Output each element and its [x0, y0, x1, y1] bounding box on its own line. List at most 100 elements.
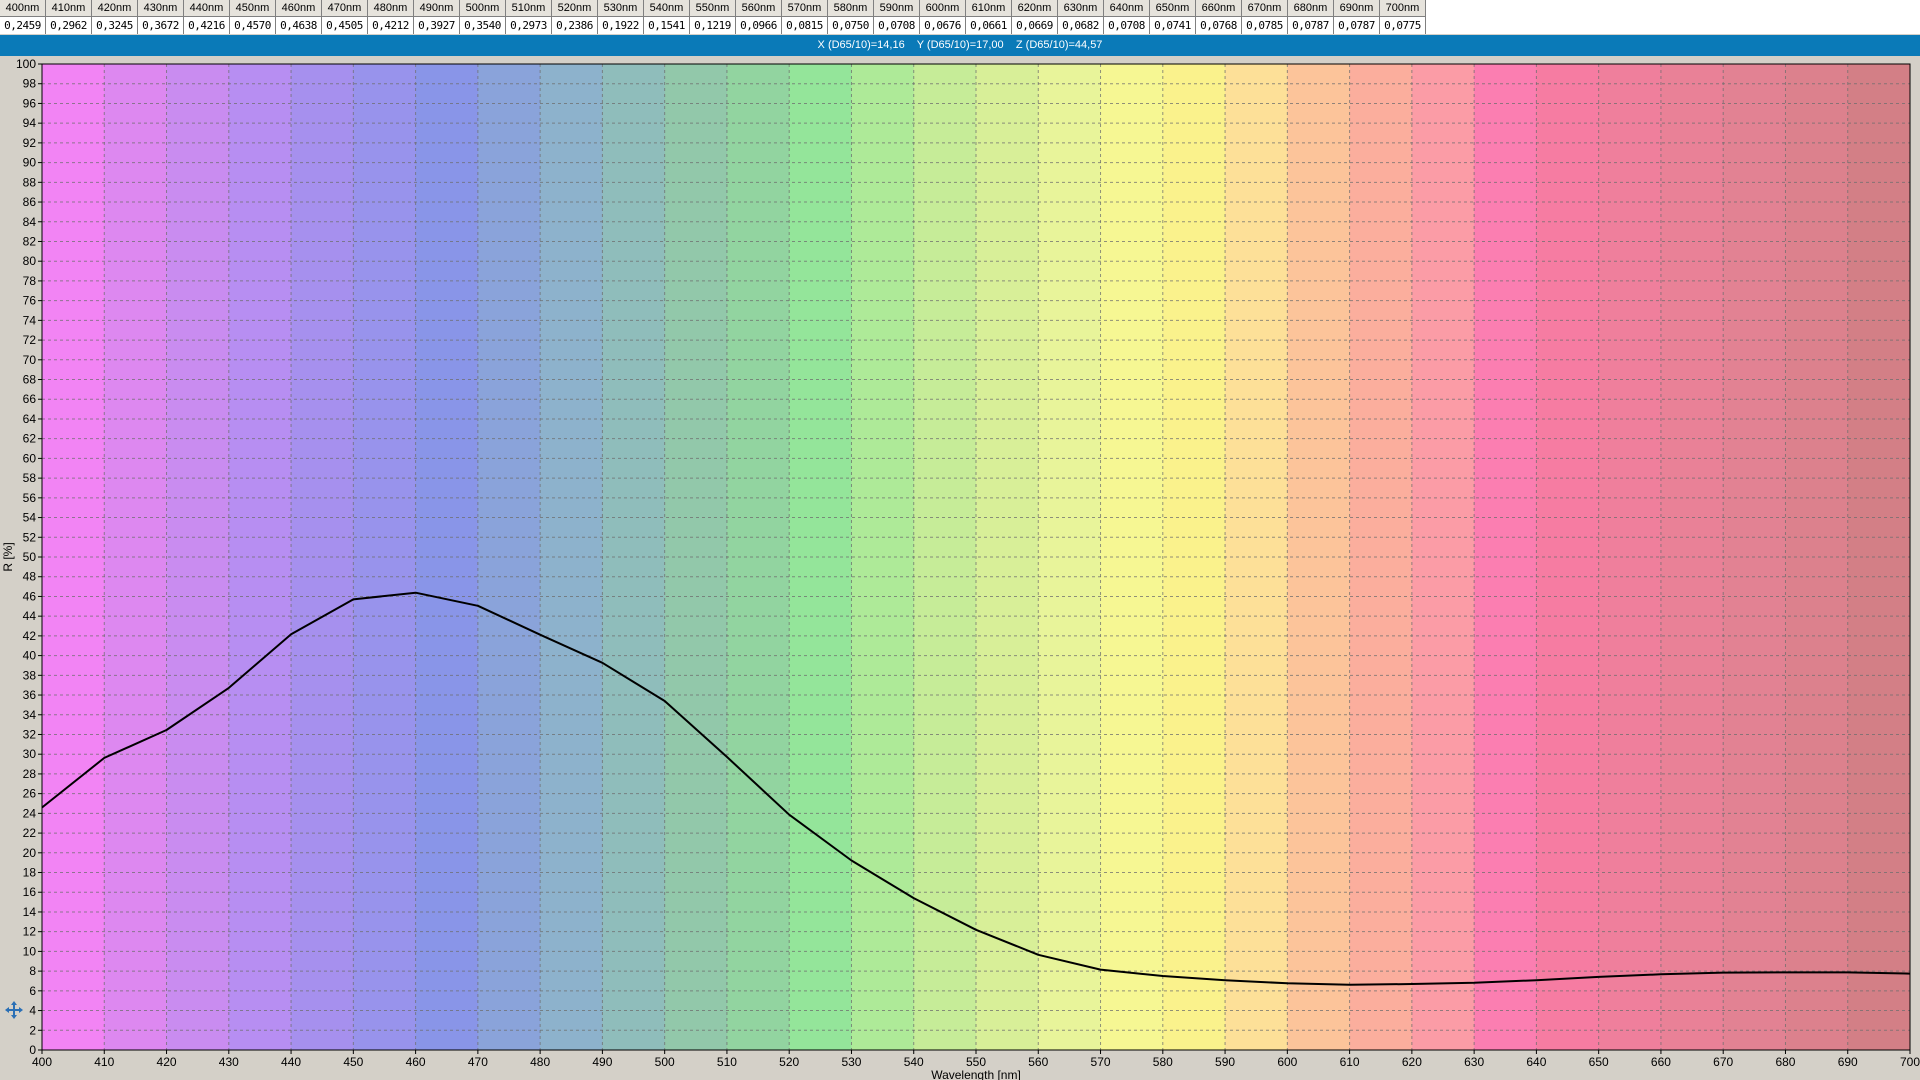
column-value: 0,1219 [694, 19, 731, 32]
table-column: 650nm 0,0741 [1150, 0, 1196, 34]
x-tick-label: 470 [468, 1055, 488, 1069]
column-value: 0,2459 [4, 19, 41, 32]
y-value: Y (D65/10)=17,00 [916, 39, 1004, 51]
column-header: 570nm [782, 0, 827, 17]
table-column: 610nm 0,0661 [966, 0, 1012, 34]
table-column: 690nm 0,0787 [1334, 0, 1380, 34]
table-column: 630nm 0,0682 [1058, 0, 1104, 34]
x-tick-label: 680 [1775, 1055, 1795, 1069]
y-tick-label: 44 [23, 609, 37, 623]
table-column: 680nm 0,0787 [1288, 0, 1334, 34]
y-tick-label: 90 [23, 156, 37, 170]
y-tick-label: 88 [23, 175, 37, 189]
column-header: 530nm [598, 0, 643, 17]
table-column: 670nm 0,0785 [1242, 0, 1288, 34]
y-tick-label: 30 [23, 747, 37, 761]
column-value: 0,4212 [372, 19, 409, 32]
column-value: 0,4638 [280, 19, 317, 32]
column-value: 0,1922 [602, 19, 639, 32]
column-header: 430nm [138, 0, 183, 17]
table-column: 500nm 0,3540 [460, 0, 506, 34]
x-tick-label: 480 [530, 1055, 550, 1069]
y-tick-label: 12 [23, 925, 37, 939]
column-header: 660nm [1196, 0, 1241, 17]
x-tick-label: 490 [592, 1055, 612, 1069]
reflectance-chart: 0246810121416182022242628303234363840424… [1, 57, 1920, 1080]
column-value: 0,0661 [970, 19, 1007, 32]
y-tick-label: 42 [23, 629, 37, 643]
table-column: 590nm 0,0708 [874, 0, 920, 34]
column-value: 0,4505 [326, 19, 363, 32]
column-header: 540nm [644, 0, 689, 17]
y-tick-label: 40 [23, 649, 37, 663]
table-column: 490nm 0,3927 [414, 0, 460, 34]
column-header: 500nm [460, 0, 505, 17]
x-tick-label: 700 [1900, 1055, 1920, 1069]
table-column: 520nm 0,2386 [552, 0, 598, 34]
y-tick-label: 24 [23, 806, 37, 820]
y-tick-label: 48 [23, 570, 37, 584]
table-column: 700nm 0,0775 [1380, 0, 1426, 34]
x-tick-label: 670 [1713, 1055, 1733, 1069]
y-tick-label: 34 [23, 708, 37, 722]
x-tick-label: 600 [1277, 1055, 1297, 1069]
y-tick-label: 2 [29, 1023, 36, 1037]
column-value: 0,1541 [648, 19, 685, 32]
y-tick-label: 10 [23, 944, 37, 958]
column-header: 610nm [966, 0, 1011, 17]
y-tick-label: 56 [23, 491, 37, 505]
x-value: X (D65/10)=14,16 [817, 39, 905, 51]
table-column: 510nm 0,2973 [506, 0, 552, 34]
table-column: 540nm 0,1541 [644, 0, 690, 34]
y-tick-label: 100 [16, 57, 36, 71]
x-tick-label: 620 [1402, 1055, 1422, 1069]
y-tick-label: 54 [23, 511, 37, 525]
column-header: 640nm [1104, 0, 1149, 17]
y-tick-label: 62 [23, 432, 37, 446]
y-tick-label: 84 [23, 215, 37, 229]
y-tick-label: 98 [23, 77, 37, 91]
y-tick-label: 94 [23, 116, 37, 130]
y-tick-label: 20 [23, 846, 37, 860]
x-tick-label: 460 [406, 1055, 426, 1069]
x-tick-label: 560 [1028, 1055, 1048, 1069]
x-tick-label: 570 [1091, 1055, 1111, 1069]
y-axis-title: R [%] [1, 542, 15, 571]
y-tick-label: 76 [23, 294, 37, 308]
table-column: 470nm 0,4505 [322, 0, 368, 34]
column-header: 680nm [1288, 0, 1333, 17]
xyz-values-bar: X (D65/10)=14,16 Y (D65/10)=17,00 Z (D65… [0, 34, 1920, 57]
spectral-data-table: 400nm 0,2459 410nm 0,2962 420nm 0,3245 430nm 0,… [0, 0, 1428, 35]
table-column: 600nm 0,0676 [920, 0, 966, 34]
x-tick-label: 690 [1838, 1055, 1858, 1069]
y-tick-label: 28 [23, 767, 37, 781]
column-header: 600nm [920, 0, 965, 17]
column-header: 420nm [92, 0, 137, 17]
column-value: 0,0787 [1338, 19, 1375, 32]
y-tick-label: 38 [23, 668, 37, 682]
y-tick-label: 72 [23, 333, 37, 347]
column-value: 0,2962 [50, 19, 87, 32]
table-column: 550nm 0,1219 [690, 0, 736, 34]
y-tick-label: 22 [23, 826, 37, 840]
x-tick-label: 500 [655, 1055, 675, 1069]
x-tick-label: 400 [32, 1055, 52, 1069]
column-value: 0,0815 [786, 19, 823, 32]
x-tick-label: 510 [717, 1055, 737, 1069]
table-column: 400nm 0,2459 [0, 0, 46, 34]
column-header: 460nm [276, 0, 321, 17]
x-tick-label: 430 [219, 1055, 239, 1069]
table-column: 560nm 0,0966 [736, 0, 782, 34]
y-tick-label: 46 [23, 589, 37, 603]
move-arrows-icon[interactable] [4, 1000, 24, 1020]
table-column: 410nm 0,2962 [46, 0, 92, 34]
y-tick-label: 60 [23, 451, 37, 465]
table-column: 530nm 0,1922 [598, 0, 644, 34]
column-header: 580nm [828, 0, 873, 17]
column-header: 470nm [322, 0, 367, 17]
column-value: 0,3927 [418, 19, 455, 32]
y-tick-label: 66 [23, 392, 37, 406]
table-column: 450nm 0,4570 [230, 0, 276, 34]
x-tick-label: 580 [1153, 1055, 1173, 1069]
column-value: 0,0787 [1292, 19, 1329, 32]
